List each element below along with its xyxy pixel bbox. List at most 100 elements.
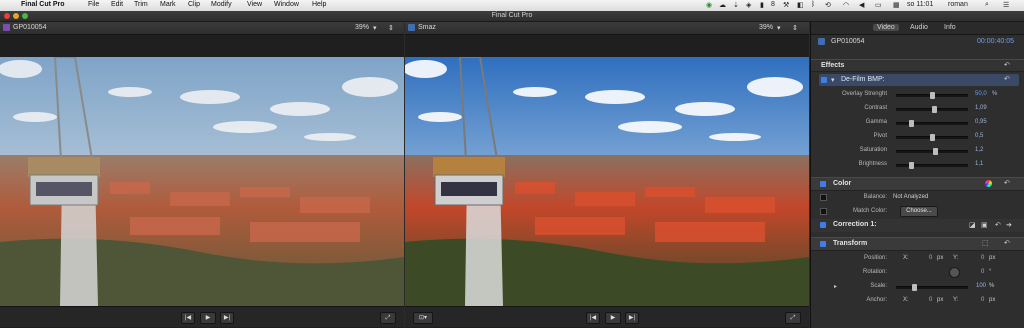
menu-window[interactable]: Window (274, 1, 299, 8)
param-value[interactable]: 1,09 (975, 105, 987, 111)
fullscreen-icon[interactable]: ⤢ (785, 312, 801, 324)
param-value[interactable]: 0,5 (975, 133, 983, 139)
play-button[interactable]: ▶ (605, 312, 621, 324)
timemachine-icon[interactable]: ⟲ (825, 1, 831, 9)
onscreen-transform-icon[interactable]: ⬚ (982, 239, 989, 247)
slider-knob[interactable] (930, 134, 935, 141)
param-slider[interactable] (896, 148, 968, 155)
fullscreen-icon[interactable]: ⤢ (380, 312, 396, 324)
param-slider[interactable] (896, 120, 968, 127)
menu-app-name[interactable]: Final Cut Pro (21, 1, 65, 8)
battery-level-icon[interactable]: ▭ (875, 1, 882, 9)
viewer-right-zoom[interactable]: 39% (759, 24, 773, 31)
bluetooth-icon[interactable]: ᛒ (811, 1, 815, 8)
param-slider[interactable] (896, 162, 968, 169)
transform-enable-checkbox[interactable] (820, 241, 826, 247)
volume-icon[interactable]: ◀ (859, 1, 864, 9)
menu-modify[interactable]: Modify (211, 1, 232, 8)
video-frame-left (0, 57, 404, 306)
viewer-right-video[interactable] (405, 57, 809, 306)
menu-view[interactable]: View (247, 1, 262, 8)
usb-icon[interactable]: ⇣ (733, 1, 739, 9)
wifi-icon[interactable]: ◠ (843, 1, 849, 9)
color-board-icon[interactable] (985, 180, 992, 187)
color-enable-checkbox[interactable] (820, 181, 826, 187)
transform-reset-icon[interactable]: ↶ (1004, 239, 1010, 247)
rotation-value[interactable]: 0 (981, 269, 984, 275)
viewer-left-video[interactable] (0, 57, 404, 306)
tab-audio[interactable]: Audio (910, 24, 928, 31)
menu-clip[interactable]: Clip (188, 1, 200, 8)
anchor-x-unit: px (937, 297, 944, 303)
audio-icon[interactable]: ◧ (797, 1, 804, 9)
flag-icon[interactable]: ▦ (893, 1, 900, 9)
viewer-options-icon[interactable]: ⇕ (388, 24, 394, 32)
color-mask-icon[interactable]: ▣ (981, 221, 988, 229)
viewer-left-zoom[interactable]: 39% (355, 24, 369, 31)
user-name[interactable]: roman (948, 1, 968, 8)
correction-reset-icon[interactable]: ↶ (995, 221, 1001, 229)
tab-video[interactable]: Video (873, 24, 899, 31)
param-value[interactable]: 1,1 (975, 161, 983, 167)
slider-knob[interactable] (930, 92, 935, 99)
param-slider[interactable] (896, 106, 968, 113)
shield-icon[interactable]: ◈ (746, 1, 751, 9)
mask-icon[interactable]: ◪ (969, 221, 976, 229)
menu-edit[interactable]: Edit (111, 1, 123, 8)
rotation-dial[interactable] (949, 267, 960, 278)
slider-knob[interactable] (933, 148, 938, 155)
choose-match-color-button[interactable]: Choose... (900, 206, 938, 217)
effects-reset-icon[interactable]: ↶ (1004, 61, 1010, 69)
zoom-dropdown-icon[interactable]: ▾ (777, 24, 781, 32)
battery-icon[interactable]: ▮ (760, 1, 764, 9)
anchor-y-value[interactable]: 0 (981, 297, 984, 303)
play-button[interactable]: ▶ (200, 312, 216, 324)
position-x-value[interactable]: 0 (929, 255, 932, 261)
param-unit: % (992, 91, 998, 97)
spotlight-icon[interactable]: ⌕ (985, 1, 989, 9)
sync-icon[interactable]: ◉ (706, 1, 712, 9)
notification-icon[interactable]: ☰ (1003, 1, 1009, 9)
viewer-transform-icon[interactable]: ⊡▾ (413, 312, 433, 324)
next-frame-button[interactable]: ▶| (625, 312, 639, 324)
slider-knob[interactable] (909, 162, 914, 169)
menu-mark[interactable]: Mark (160, 1, 176, 8)
anchor-x-value[interactable]: 0 (929, 297, 932, 303)
viewer-right-header: Smaz 39% ▾ ⇕ (405, 22, 809, 35)
zoom-dropdown-icon[interactable]: ▾ (373, 24, 377, 32)
clock-text[interactable]: so 11:01 (907, 1, 933, 8)
param-slider[interactable] (896, 92, 968, 99)
menu-trim[interactable]: Trim (134, 1, 148, 8)
go-arrow-icon[interactable]: ➔ (1006, 221, 1012, 229)
param-slider[interactable] (896, 134, 968, 141)
wrench-icon[interactable]: ⚒ (783, 1, 789, 9)
scale-value[interactable]: 100 (976, 283, 986, 289)
balance-checkbox[interactable] (820, 194, 827, 201)
disclosure-triangle-icon[interactable]: ▾ (831, 76, 835, 84)
previous-frame-button[interactable]: |◀ (181, 312, 195, 324)
menu-file[interactable]: File (88, 1, 99, 8)
inspector-tabs: Video Audio Info (811, 22, 1024, 35)
slider-knob[interactable] (932, 106, 937, 113)
match-color-checkbox[interactable] (820, 208, 827, 215)
scale-slider[interactable] (896, 284, 968, 291)
effect-reset-icon[interactable]: ↶ (1004, 75, 1010, 83)
previous-frame-button[interactable]: |◀ (586, 312, 600, 324)
cloud-icon[interactable]: ☁ (719, 1, 726, 9)
effect-enable-checkbox[interactable] (821, 77, 827, 83)
menu-help[interactable]: Help (312, 1, 326, 8)
param-value[interactable]: 0,95 (975, 119, 987, 125)
slider-knob[interactable] (912, 284, 917, 291)
next-frame-button[interactable]: ▶| (220, 312, 234, 324)
effect-row[interactable]: ▾ De-Film BMP: ↶ (819, 74, 1019, 86)
menu-bar: Final Cut Pro File Edit Trim Mark Clip M… (0, 0, 1024, 11)
param-value[interactable]: 50,0 (975, 91, 987, 97)
slider-knob[interactable] (909, 120, 914, 127)
param-value[interactable]: 1,2 (975, 147, 983, 153)
tab-info[interactable]: Info (944, 24, 956, 31)
viewer-options-icon[interactable]: ⇕ (792, 24, 798, 32)
effects-heading: Effects (821, 62, 845, 69)
correction-enable-checkbox[interactable] (820, 222, 826, 228)
position-y-value[interactable]: 0 (981, 255, 984, 261)
color-reset-icon[interactable]: ↶ (1004, 179, 1010, 187)
